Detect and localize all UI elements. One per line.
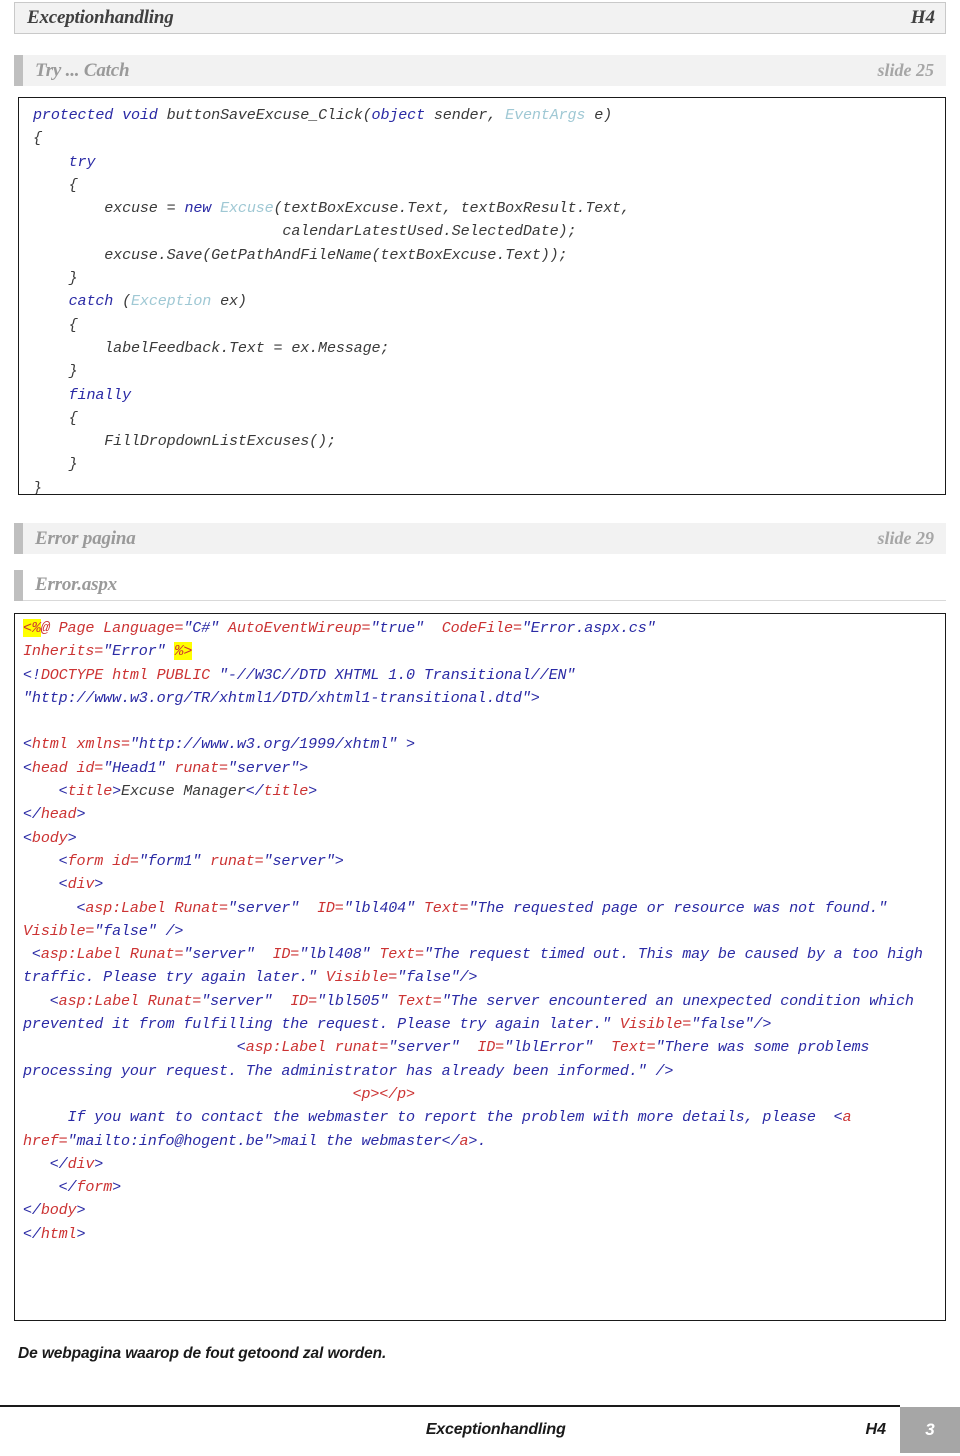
code-line: <html xmlns="http://www.w3.org/1999/xhtm… — [23, 735, 415, 754]
code-line: <%@ Page Language="C#" AutoEventWireup="… — [23, 619, 656, 637]
footer-chapter: H4 — [865, 1421, 886, 1438]
page-title: Exceptionhandling — [27, 7, 174, 28]
code-line: calendarLatestUsed.SelectedDate); — [33, 222, 577, 241]
code-line: } — [33, 362, 78, 381]
section-header-try-catch: Try ... Catch slide 25 — [14, 55, 946, 86]
section-slide-number: slide 25 — [877, 60, 935, 80]
code-line: <asp:Label Runat="server" ID="lbl404" Te… — [23, 898, 897, 940]
code-line: <asp:Label Runat="server" ID="lbl505" Te… — [23, 991, 923, 1034]
subsection-header-error-aspx: Error.aspx — [14, 570, 946, 601]
code-line: <form id="form1" runat="server"> — [58, 851, 344, 870]
code-line: { — [33, 175, 78, 194]
subsection-title: Error.aspx — [35, 574, 117, 595]
code-csharp-text: protected void buttonSaveExcuse_Click(ob… — [33, 104, 935, 495]
section-slide-number: slide 29 — [877, 528, 935, 548]
code-line: labelFeedback.Text = ex.Message; — [33, 338, 390, 357]
code-line: { — [33, 129, 42, 148]
code-line: </body> — [23, 1201, 86, 1220]
section-accent-bar — [14, 55, 23, 86]
code-line: excuse.Save(GetPathAndFileName(textBoxEx… — [33, 245, 568, 264]
code-line: <div> — [58, 875, 104, 894]
subsection-accent-bar — [14, 570, 23, 601]
code-line: finally — [68, 385, 132, 404]
code-line: catch (Exception ex) — [68, 292, 247, 311]
code-line: </html> — [23, 1224, 86, 1243]
code-block-csharp: protected void buttonSaveExcuse_Click(ob… — [18, 97, 946, 495]
code-line: "http://www.w3.org/TR/xhtml1/DTD/xhtml1-… — [23, 688, 540, 707]
section-header-error-pagina: Error pagina slide 29 — [14, 523, 946, 554]
code-line: <asp:Label runat="server" ID="lblError" … — [23, 1038, 879, 1080]
code-line: FillDropdownListExcuses(); — [33, 432, 336, 451]
section-title: Try ... Catch — [35, 59, 130, 81]
code-line: } — [33, 478, 42, 495]
code-aspx-text: <%@ Page Language="C#" AutoEventWireup="… — [23, 617, 937, 1246]
section-header-body: Error pagina slide 29 — [23, 523, 946, 554]
section-title: Error pagina — [35, 527, 136, 549]
code-line: <p></p> — [352, 1084, 416, 1103]
section-header-body: Try ... Catch slide 25 — [23, 55, 946, 86]
code-line: <!DOCTYPE html PUBLIC "-//W3C//DTD XHTML… — [23, 665, 576, 684]
document-title-bar: Exceptionhandling H4 — [14, 2, 946, 34]
code-line: </div> — [49, 1154, 104, 1173]
code-line: <body> — [23, 828, 77, 847]
code-line: { — [33, 315, 78, 334]
code-line: <title>Excuse Manager</title> — [58, 782, 318, 801]
footer-title: Exceptionhandling — [425, 1421, 566, 1438]
code-line: </form> — [58, 1178, 122, 1197]
figure-caption: De webpagina waarop de fout getoond zal … — [18, 1345, 387, 1362]
code-line: } — [33, 269, 78, 288]
footer-bar: Exceptionhandling H4 3 — [0, 1407, 960, 1453]
code-line: <head id="Head1" runat="server"> — [23, 758, 309, 777]
code-line: { — [33, 408, 78, 427]
code-line: } — [33, 455, 78, 474]
section-accent-bar — [14, 523, 23, 554]
footer-page-number: 3 — [900, 1407, 960, 1453]
code-line: </head> — [23, 805, 86, 824]
code-line: excuse = new Excuse(textBoxExcuse.Text, … — [104, 199, 630, 218]
chapter-label: H4 — [910, 7, 935, 28]
code-block-aspx: <%@ Page Language="C#" AutoEventWireup="… — [14, 613, 946, 1321]
code-line: Inherits="Error" %> — [23, 642, 193, 661]
code-line: protected void buttonSaveExcuse_Click(ob… — [33, 106, 613, 124]
subsection-header-body: Error.aspx — [23, 570, 946, 601]
code-line: try — [68, 152, 96, 171]
code-line: <asp:Label Runat="server" ID="lbl408" Te… — [23, 945, 932, 987]
code-line: If you want to contact the webmaster to … — [23, 1108, 861, 1150]
